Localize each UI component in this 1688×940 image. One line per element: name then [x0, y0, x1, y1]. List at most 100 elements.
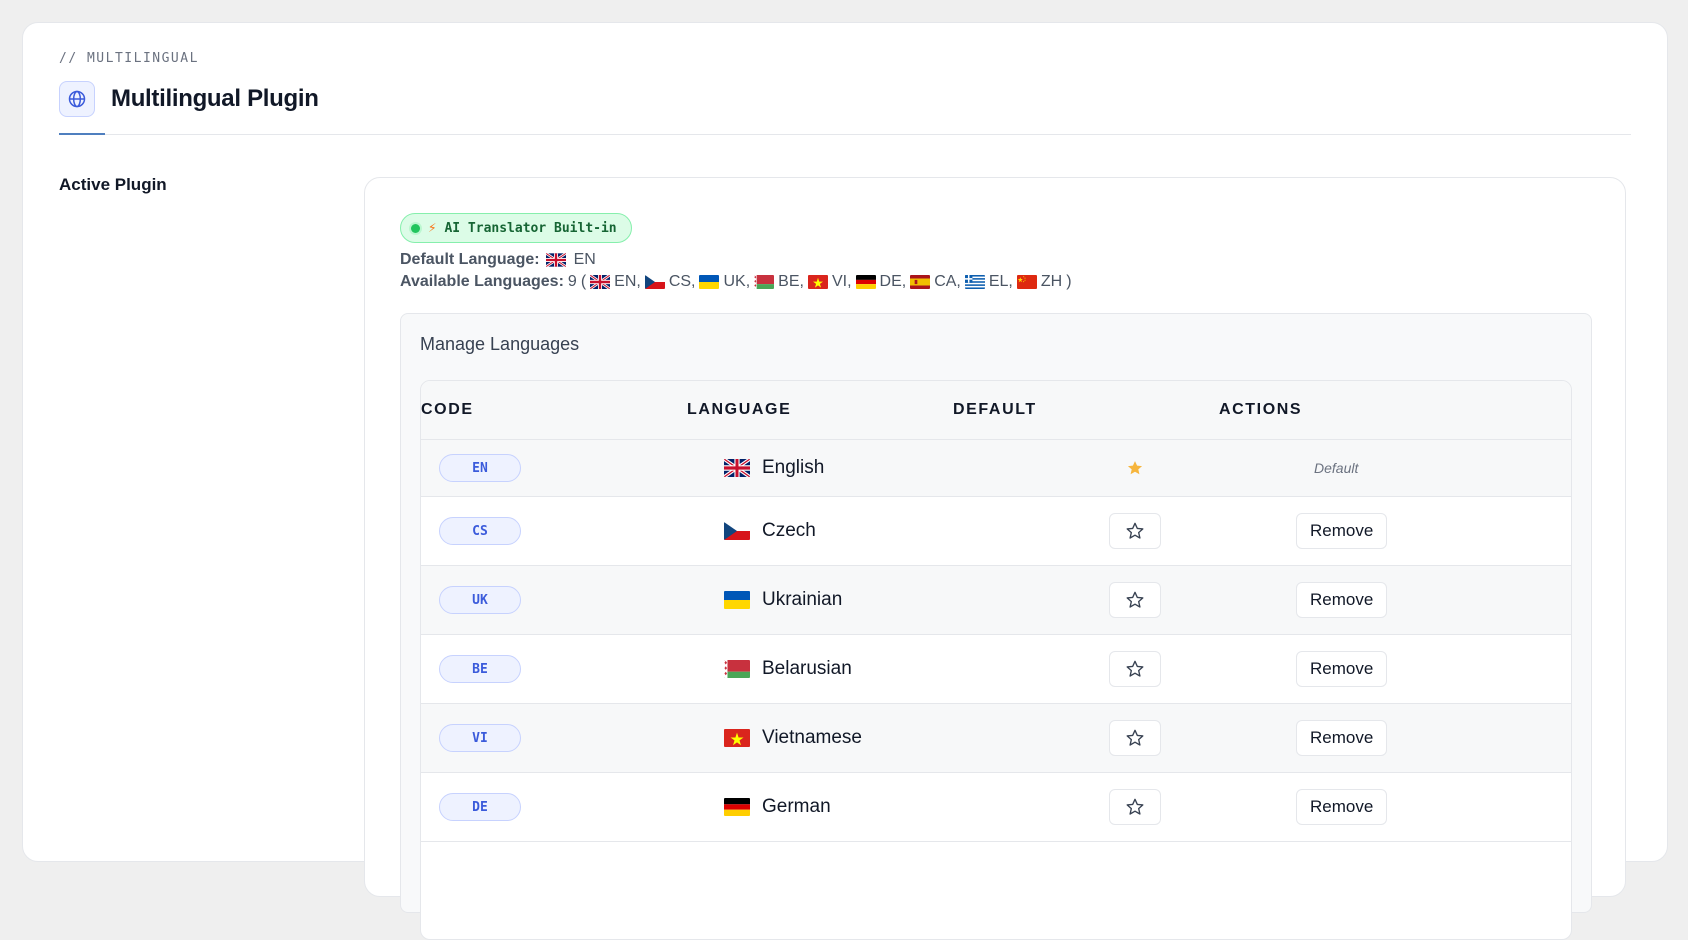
remove-language-button[interactable]: Remove [1296, 789, 1388, 825]
status-dot-icon [411, 223, 420, 233]
table-header: CODE LANGUAGE DEFAULT ACTIONS [421, 381, 1571, 440]
table-body: EN English Default CS Czech Remove UK Ukrainian… [421, 440, 1571, 842]
flag-gb-icon [545, 253, 566, 267]
set-default-button[interactable] [1109, 651, 1161, 687]
available-language-code: ZH [1040, 273, 1063, 290]
language-code-pill: BE [439, 655, 521, 683]
table-row: EN English Default [421, 440, 1571, 497]
set-default-button[interactable] [1109, 513, 1161, 549]
set-default-button[interactable] [1109, 720, 1161, 756]
available-languages-line: Available Languages: 9 ( EN, CS, UK, BE, VI,… [400, 273, 1072, 291]
column-header-language: LANGUAGE [687, 401, 792, 418]
flag-gb-icon [724, 459, 750, 477]
header-divider [59, 134, 1631, 135]
language-code-pill: VI [439, 724, 521, 752]
badge-label: AI Translator Built-in [444, 220, 617, 236]
flag-cz-icon [724, 522, 750, 540]
language-name: Vietnamese [762, 727, 862, 748]
language-name: Czech [762, 520, 816, 541]
available-languages-list: EN, CS, UK, BE, VI, DE, CA, EL, ZH [590, 273, 1062, 291]
available-language-code: BE, [778, 273, 804, 290]
available-language-item: UK, [699, 273, 750, 291]
flag-by-icon [754, 275, 775, 289]
star-outline-icon [1125, 590, 1145, 610]
remove-language-button[interactable]: Remove [1296, 513, 1388, 549]
table-row: UK Ukrainian Remove [421, 566, 1571, 635]
available-language-code: CA, [934, 273, 961, 290]
available-language-item: EL, [964, 273, 1013, 291]
language-cell: Czech [724, 520, 816, 542]
column-header-default: DEFAULT [953, 401, 1037, 418]
available-language-item: BE, [754, 273, 804, 291]
language-cell: Vietnamese [724, 727, 862, 749]
flag-ua-icon [699, 275, 720, 289]
table-row: CS Czech Remove [421, 497, 1571, 566]
flag-de-icon [724, 798, 750, 816]
star-outline-icon [1125, 659, 1145, 679]
remove-language-button[interactable]: Remove [1296, 651, 1388, 687]
available-close-paren: ) [1066, 273, 1072, 290]
default-language-code: EN [573, 251, 596, 268]
available-count: 9 [567, 273, 577, 290]
section-label: Active Plugin [59, 175, 167, 194]
table-row: DE German Remove [421, 773, 1571, 842]
language-name: Ukrainian [762, 589, 843, 610]
flag-ua-icon [724, 591, 750, 609]
page-eyebrow: // MULTILINGUAL [59, 51, 199, 66]
languages-table: CODE LANGUAGE DEFAULT ACTIONS EN English D… [420, 380, 1572, 940]
flag-de-icon [855, 275, 876, 289]
language-cell: Belarusian [724, 658, 852, 680]
available-languages-label: Available Languages: [400, 273, 564, 290]
default-language-label: Default Language: [400, 251, 540, 268]
available-language-item: DE, [855, 273, 906, 291]
plugin-panel: ⚡ AI Translator Built-in Default Languag… [364, 177, 1626, 940]
remove-language-button[interactable]: Remove [1296, 582, 1388, 618]
default-label: Default [1314, 460, 1359, 476]
table-row: VI Vietnamese Remove [421, 704, 1571, 773]
available-language-item: VI, [807, 273, 852, 291]
manage-languages-title: Manage Languages [420, 334, 580, 354]
flag-vn-icon [724, 729, 750, 747]
star-outline-icon [1125, 797, 1145, 817]
header-divider-accent [59, 133, 105, 135]
column-header-code: CODE [421, 401, 474, 418]
language-code-pill: EN [439, 454, 521, 482]
flag-cz-icon [644, 275, 665, 289]
plugin-status-badge: ⚡ AI Translator Built-in [400, 213, 632, 243]
flag-el-icon [964, 275, 985, 289]
available-language-item: ZH [1016, 273, 1063, 291]
set-default-button[interactable] [1109, 582, 1161, 618]
set-default-button[interactable] [1109, 789, 1161, 825]
language-name: German [762, 796, 831, 817]
available-language-code: VI, [831, 273, 852, 290]
available-language-code: EL, [988, 273, 1013, 290]
column-header-actions: ACTIONS [1219, 401, 1303, 418]
page-title: Multilingual Plugin [111, 85, 319, 112]
globe-icon [59, 81, 95, 117]
language-cell: English [724, 457, 824, 479]
main-card: // MULTILINGUAL Multilingual Plugin Acti… [22, 22, 1668, 940]
language-code-pill: DE [439, 793, 521, 821]
flag-ca-icon [910, 275, 931, 289]
language-name: English [762, 457, 825, 478]
available-open-paren: ( [580, 273, 587, 290]
manage-languages-box: Manage Languages CODE LANGUAGE DEFAULT A… [400, 313, 1592, 940]
star-outline-icon [1125, 521, 1145, 541]
language-cell: German [724, 796, 831, 818]
default-language-line: Default Language: EN [400, 251, 596, 269]
available-language-item: EN, [590, 273, 641, 291]
available-language-code: UK, [723, 273, 751, 290]
flag-vn-icon [807, 275, 828, 289]
star-outline-icon [1125, 728, 1145, 748]
language-cell: Ukrainian [724, 589, 842, 611]
language-code-pill: UK [439, 586, 521, 614]
available-language-item: CA, [910, 273, 961, 291]
bolt-icon: ⚡ [428, 220, 437, 236]
available-language-item: CS, [644, 273, 696, 291]
language-name: Belarusian [762, 658, 852, 679]
table-row: BE Belarusian Remove [421, 635, 1571, 704]
available-language-code: CS, [668, 273, 696, 290]
available-language-code: EN, [614, 273, 641, 290]
remove-language-button[interactable]: Remove [1296, 720, 1388, 756]
flag-zh-icon [1016, 275, 1037, 289]
